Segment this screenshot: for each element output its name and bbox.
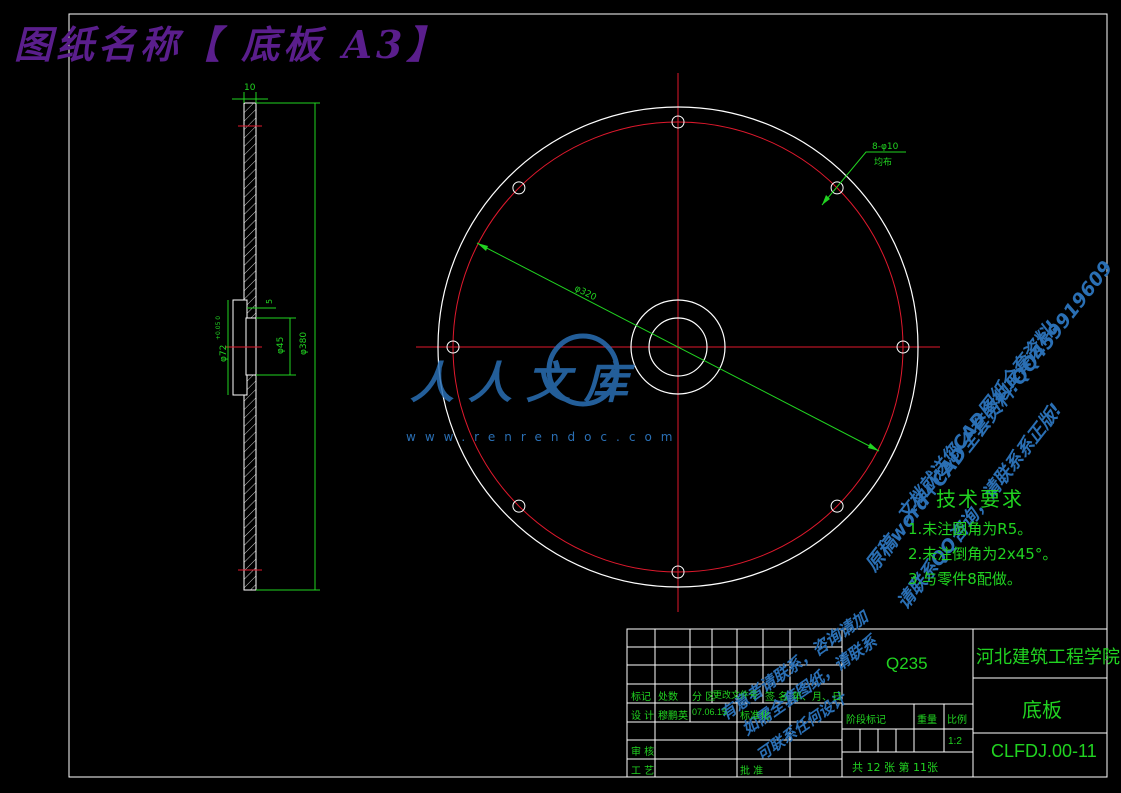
stage-label: 阶段标记 xyxy=(846,715,886,726)
design-date: 07.06.15 xyxy=(692,707,728,717)
approve-label: 批 准 xyxy=(740,766,764,777)
row-label: 标记 xyxy=(631,692,651,703)
side-view: 10 φ380 φ45 φ72 +0.05 0 5 xyxy=(215,83,320,591)
tech-item: 3.与零件8配做。 xyxy=(908,570,1022,588)
depth-text: 5 xyxy=(265,299,274,304)
school-text: 河北建筑工程学院 xyxy=(976,647,1120,668)
drawing-number-text: CLFDJ.00-11 xyxy=(991,741,1097,761)
dim-arrow xyxy=(868,443,879,451)
standardization-label: 标准化 xyxy=(740,711,770,722)
designer-name: 穆鹏英 xyxy=(658,711,688,722)
design-label: 设 计 xyxy=(631,711,655,722)
row-label: 处数 xyxy=(658,692,678,703)
row-label: 更改文件号 xyxy=(713,691,759,701)
front-view: φ320 8-φ10 均布 xyxy=(416,73,940,612)
tech-item: 2.未注倒角为2x45°。 xyxy=(908,545,1058,563)
hub-tolerance-text: +0.05 0 xyxy=(215,316,222,340)
bore-dim-text: φ45 xyxy=(276,337,286,354)
drawing-title: 图纸名称【 底板 A3】 xyxy=(14,22,449,67)
hole-pattern-text: 8-φ10 xyxy=(872,142,899,152)
sheet-info-text: 共 12 张 第 11张 xyxy=(852,761,938,774)
material-text: Q235 xyxy=(886,654,928,673)
weight-label: 重量 xyxy=(917,715,937,726)
watermark-site: www.renrendoc.com xyxy=(406,430,682,444)
review-label: 审 核 xyxy=(631,747,655,758)
scale-label: 比例 xyxy=(947,715,967,726)
row-label: 分 区 xyxy=(692,692,716,703)
thickness-text: 10 xyxy=(244,83,256,93)
hole-leader xyxy=(821,151,906,206)
drawing-canvas: φ320 8-φ10 均布 10 φ380 φ45 φ72 +0.05 0 5 … xyxy=(68,13,1108,778)
row-label: 签 名 xyxy=(765,692,789,703)
logo-text: 人人文库 xyxy=(410,358,642,409)
tech-heading: 技术要求 xyxy=(936,487,1024,511)
part-name-text: 底板 xyxy=(1022,698,1062,722)
row-label: 年、月、日 xyxy=(792,692,842,703)
scale-text: 1:2 xyxy=(948,736,962,747)
tech-item: 1.未注圆角为R5。 xyxy=(908,520,1033,538)
bolt-circle-dim-text: φ320 xyxy=(573,284,598,304)
dim-arrow xyxy=(477,243,488,251)
hole-note-text: 均布 xyxy=(874,156,892,168)
hub-dim-text: φ72 xyxy=(219,345,229,362)
process-label: 工 艺 xyxy=(631,766,655,777)
outer-dim-text: φ380 xyxy=(299,332,309,355)
